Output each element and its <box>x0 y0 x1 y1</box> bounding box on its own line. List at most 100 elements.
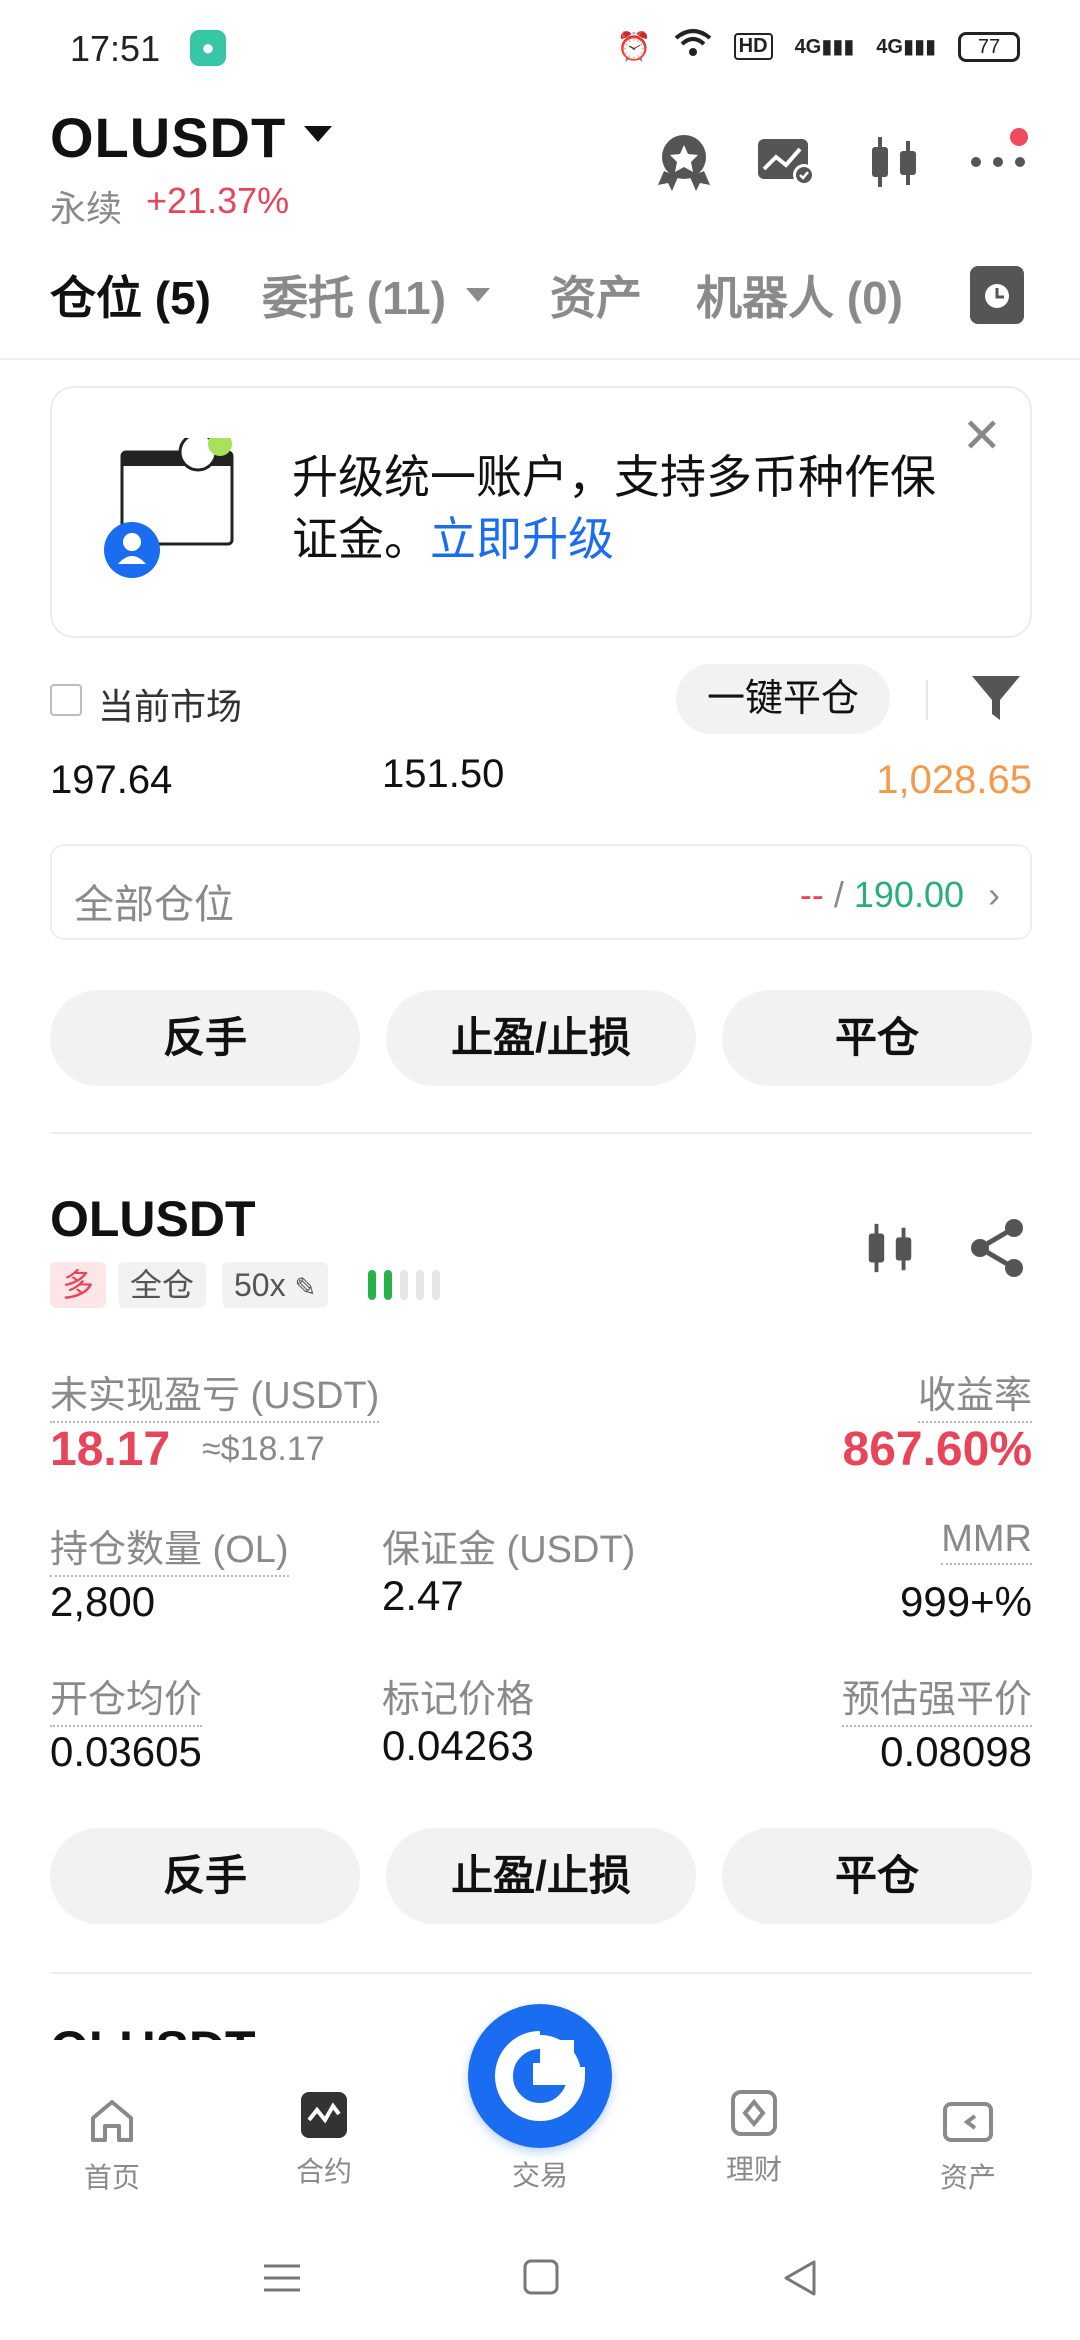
tabs-divider <box>0 358 1080 360</box>
promo-text: 升级统一账户，支持多币种作保证金。立即升级 <box>292 446 952 570</box>
award-icon[interactable] <box>652 130 716 194</box>
current-market-checkbox[interactable] <box>50 684 82 716</box>
back-icon[interactable] <box>780 2258 820 2303</box>
position-qty-label[interactable]: 持仓数量 (OL) <box>50 1518 289 1577</box>
section-divider <box>50 1132 1032 1134</box>
system-nav-bar <box>0 2240 1080 2340</box>
summary-value-2: 151.50 <box>382 752 505 796</box>
earn-icon <box>729 2088 779 2138</box>
position-qty-value: 2,800 <box>50 1578 156 1625</box>
upgrade-link[interactable]: 立即升级 <box>430 513 614 565</box>
candlestick-icon[interactable] <box>862 130 926 194</box>
close-position-button[interactable]: 平仓 <box>722 1828 1032 1924</box>
account-illustration-icon <box>102 432 242 583</box>
risk-bar <box>432 1270 440 1300</box>
mmr-label[interactable]: MMR <box>941 1518 1032 1565</box>
mark-price-value: 0.04263 <box>382 1722 534 1769</box>
nav-trade-label: 交易 <box>511 2160 568 2191</box>
risk-bar <box>384 1270 392 1300</box>
position-chart-icon[interactable] <box>862 1220 918 1281</box>
close-position-button[interactable]: 平仓 <box>722 990 1032 1086</box>
all-positions-label: 全部仓位 <box>74 883 234 927</box>
unrealized-pnl-value: 18.17 <box>50 1423 171 1476</box>
nav-assets-label: 资产 <box>939 2162 996 2193</box>
wifi-icon <box>674 28 712 65</box>
reverse-button[interactable]: 反手 <box>50 1828 360 1924</box>
tpsl-button[interactable]: 止盈/止损 <box>386 990 696 1086</box>
tpsl-button[interactable]: 止盈/止损 <box>386 1828 696 1924</box>
unrealized-pnl-label[interactable]: 未实现盈亏 (USDT) <box>50 1364 380 1423</box>
orders-dropdown-icon[interactable] <box>466 288 490 302</box>
signal-label-1: 4G <box>794 36 822 58</box>
chevron-right-icon: › <box>988 874 1000 915</box>
trade-button[interactable] <box>468 2004 612 2148</box>
hd-label: HD <box>733 33 773 60</box>
all-positions-left: -- <box>799 874 824 915</box>
nav-earn-label: 理财 <box>725 2154 782 2185</box>
risk-bar <box>416 1270 424 1300</box>
alarm-icon: ⏰ <box>616 31 652 62</box>
signal-icon-2: 4G▮▮▮ <box>876 36 936 58</box>
home-square-icon[interactable] <box>522 2258 560 2301</box>
menu-icon[interactable] <box>262 2258 302 2303</box>
roi-label[interactable]: 收益率 <box>917 1364 1032 1423</box>
nav-home-label: 首页 <box>83 2162 140 2193</box>
all-positions-right: 190.00 <box>853 874 964 915</box>
position-symbol[interactable]: OLUSDT <box>50 1190 256 1248</box>
tab-orders[interactable]: 委托 (11) <box>262 262 446 328</box>
liq-price-label[interactable]: 预估强平价 <box>841 1668 1032 1727</box>
risk-bar <box>400 1270 408 1300</box>
contract-symbol[interactable]: OLUSDT <box>50 105 286 170</box>
current-market-label[interactable]: 当前市场 <box>98 678 242 730</box>
price-change: +21.37% <box>146 180 290 221</box>
nav-futures[interactable]: 合约 <box>254 2090 394 2190</box>
app-notification-icon: ● <box>190 30 226 66</box>
signal-icon: 4G▮▮▮ <box>794 36 855 58</box>
history-doc-icon[interactable] <box>970 266 1024 324</box>
filter-icon[interactable] <box>968 670 1024 731</box>
summary-value-1: 197.64 <box>50 758 173 802</box>
leverage-badge[interactable]: 50x ✎ <box>222 1262 329 1308</box>
chart-settings-icon[interactable] <box>754 130 818 194</box>
margin-mode-badge: 全仓 <box>118 1262 207 1308</box>
nav-futures-label: 合约 <box>295 2156 352 2187</box>
nav-earn[interactable]: 理财 <box>684 2088 824 2188</box>
edit-icon: ✎ <box>294 1272 317 1302</box>
contract-type: 永续 <box>50 188 123 229</box>
mmr-value: 999+% <box>900 1578 1032 1625</box>
status-time: 17:51 <box>70 28 161 69</box>
position-side-badge: 多 <box>50 1262 107 1308</box>
entry-price-value: 0.03605 <box>50 1728 202 1775</box>
notification-dot <box>1010 128 1028 146</box>
summary-value-3: 1,028.65 <box>876 758 1032 802</box>
share-icon[interactable] <box>968 1218 1028 1283</box>
risk-bar <box>368 1270 376 1300</box>
close-icon[interactable]: ✕ <box>962 408 1002 464</box>
unrealized-pnl-usd: ≈$18.17 <box>202 1430 325 1468</box>
reverse-button[interactable]: 反手 <box>50 990 360 1086</box>
section-divider <box>50 1972 1032 1974</box>
filter-separator <box>926 680 928 720</box>
status-bar: 17:51 ● ⏰ HD 4G▮▮▮ 4G▮▮▮ 77 <box>0 0 1080 96</box>
battery-icon: 77 <box>958 31 1020 62</box>
nav-assets[interactable]: 资产 <box>898 2096 1038 2196</box>
tab-bots[interactable]: 机器人 (0) <box>696 262 903 328</box>
liq-price-value: 0.08098 <box>880 1728 1032 1775</box>
signal-label-2: 4G <box>876 36 903 58</box>
mark-price-label: 标记价格 <box>382 1679 535 1721</box>
margin-value: 2.47 <box>382 1572 464 1619</box>
tab-assets[interactable]: 资产 <box>550 262 642 328</box>
close-all-button[interactable]: 一键平仓 <box>676 664 890 734</box>
leverage-value: 50x <box>234 1267 286 1303</box>
risk-level-bars <box>368 1270 440 1300</box>
status-icons: ⏰ HD 4G▮▮▮ 4G▮▮▮ 77 <box>617 28 1020 65</box>
all-positions-separator: / <box>833 874 844 915</box>
nav-home[interactable]: 首页 <box>42 2096 182 2196</box>
upgrade-promo-card[interactable]: 升级统一账户，支持多币种作保证金。立即升级 ✕ <box>50 386 1032 638</box>
tab-positions[interactable]: 仓位 (5) <box>50 262 211 328</box>
symbol-dropdown-icon[interactable] <box>304 126 332 142</box>
entry-price-label[interactable]: 开仓均价 <box>50 1668 203 1727</box>
margin-label: 保证金 (USDT) <box>382 1529 636 1571</box>
all-positions-row[interactable]: 全部仓位 -- / 190.00 › <box>50 844 1032 940</box>
roi-value: 867.60% <box>842 1423 1033 1476</box>
